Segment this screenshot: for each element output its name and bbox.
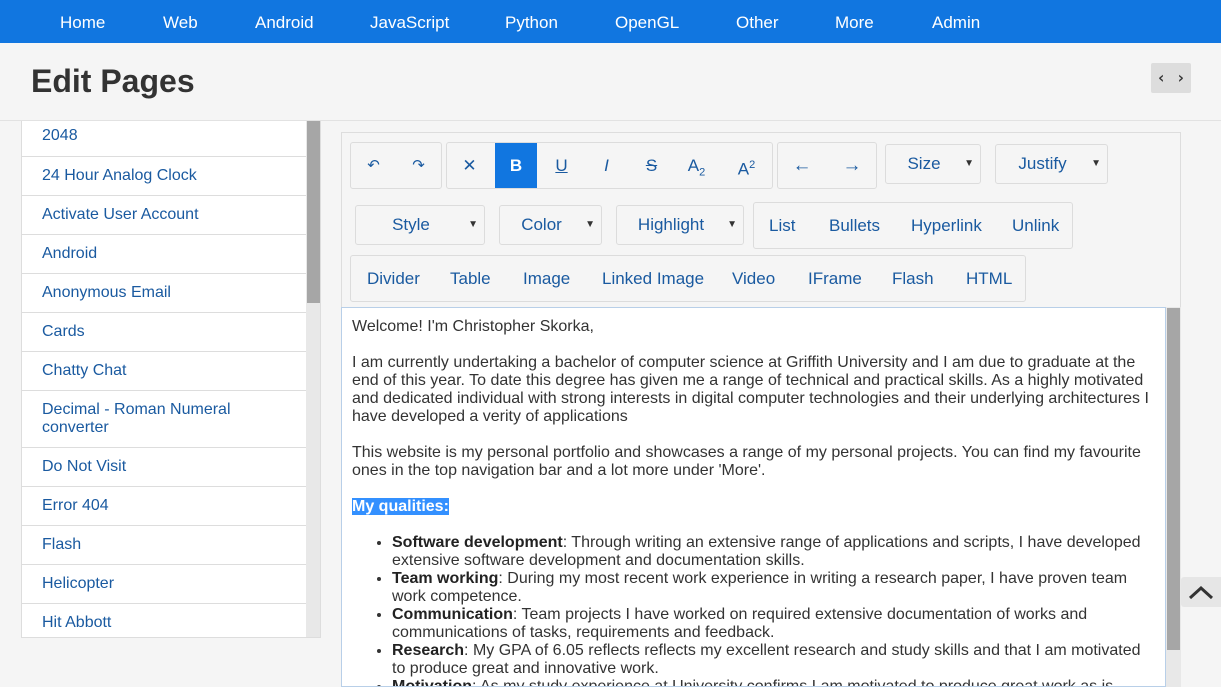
scroll-to-top-button[interactable] [1181, 577, 1221, 607]
qualities-list: Software development: Through writing an… [392, 534, 1155, 687]
underline-button[interactable]: U [539, 143, 584, 188]
subscript-button[interactable]: A2 [674, 143, 719, 188]
style-select[interactable]: Style ▼ [355, 205, 485, 245]
iframe-button[interactable]: IFrame [808, 256, 862, 301]
linked-image-button[interactable]: Linked Image [602, 256, 704, 301]
page-title: Edit Pages [31, 63, 195, 99]
nav-web[interactable]: Web [163, 0, 198, 43]
quality-text: : During my most recent work experience … [392, 570, 1128, 605]
clear-format-button[interactable]: ✕ [447, 143, 492, 188]
chevron-down-icon: ▼ [1091, 158, 1101, 169]
code-view-toggle-button[interactable]: ‹ › [1151, 63, 1191, 93]
bullets-button[interactable]: Bullets [829, 203, 880, 248]
nav-other[interactable]: Other [736, 0, 779, 43]
flash-button[interactable]: Flash [892, 256, 934, 301]
nav-javascript[interactable]: JavaScript [370, 0, 449, 43]
bold-button[interactable]: B [495, 143, 537, 188]
superscript-button[interactable]: A2 [724, 143, 769, 188]
image-button[interactable]: Image [523, 256, 570, 301]
content-scrollbar-thumb[interactable] [1167, 308, 1180, 650]
list-item[interactable]: Chatty Chat [22, 352, 306, 391]
undo-button[interactable]: ↶ [351, 143, 396, 188]
indent-button[interactable]: → [828, 143, 876, 188]
hyperlink-button[interactable]: Hyperlink [911, 203, 982, 248]
justify-select[interactable]: Justify ▼ [995, 144, 1108, 184]
history-group: ↶ ↷ [350, 142, 442, 189]
indent-group: ← → [777, 142, 877, 189]
color-select[interactable]: Color ▼ [499, 205, 602, 245]
greeting-text: Welcome! I'm Christopher Skorka, [352, 318, 594, 335]
strikethrough-button[interactable]: S [629, 143, 674, 188]
chevron-down-icon: ▼ [964, 158, 974, 169]
quality-title: Communication [392, 606, 513, 623]
highlight-select[interactable]: Highlight ▼ [616, 205, 744, 245]
list-item[interactable]: Android [22, 235, 306, 274]
font-size-label: Size [907, 154, 941, 173]
editor-content-area[interactable]: Welcome! I'm Christopher Skorka, I am cu… [341, 307, 1166, 687]
list-link-group: List Bullets Hyperlink Unlink [753, 202, 1073, 249]
list-item[interactable]: Decimal - Roman Numeral converter [22, 391, 306, 448]
redo-button[interactable]: ↷ [396, 143, 441, 188]
font-size-select[interactable]: Size ▼ [885, 144, 981, 184]
table-button[interactable]: Table [450, 256, 491, 301]
video-button[interactable]: Video [732, 256, 775, 301]
nav-home[interactable]: Home [60, 0, 105, 43]
chevron-up-icon [1188, 585, 1214, 600]
top-navigation: Home Web Android JavaScript Python OpenG… [0, 0, 1221, 43]
chevron-down-icon: ▼ [468, 219, 478, 230]
list-item[interactable]: Anonymous Email [22, 274, 306, 313]
insert-group: Divider Table Image Linked Image Video I… [350, 255, 1026, 302]
qualities-heading: My qualities: [352, 498, 1155, 516]
list-item[interactable]: 24 Hour Analog Clock [22, 157, 306, 196]
outdent-button[interactable]: ← [778, 143, 826, 188]
quality-title: Software development [392, 534, 563, 551]
quality-title: Research [392, 642, 465, 659]
unlink-button[interactable]: Unlink [1012, 203, 1059, 248]
selected-text: My qualities: [352, 498, 449, 515]
page-list-sidebar: 2048 24 Hour Analog Clock Activate User … [21, 121, 321, 638]
nav-android[interactable]: Android [255, 0, 314, 43]
chevron-down-icon: ▼ [727, 219, 737, 230]
superscript-base: A [737, 159, 750, 179]
sidebar-scrollbar-thumb[interactable] [307, 121, 320, 303]
portfolio-paragraph: This website is my personal portfolio an… [352, 444, 1141, 479]
nav-more[interactable]: More [835, 0, 874, 43]
superscript-mark: 2 [749, 159, 756, 171]
list-item: Communication: Team projects I have work… [392, 606, 1155, 642]
style-label: Style [392, 215, 430, 234]
list-item: Team working: During my most recent work… [392, 570, 1155, 606]
quality-text: : My GPA of 6.05 reflects reflects my ex… [392, 642, 1141, 677]
quality-title: Team working [392, 570, 499, 587]
quality-title: Motivation [392, 678, 472, 687]
intro-paragraph: I am currently undertaking a bachelor of… [352, 354, 1149, 425]
nav-python[interactable]: Python [505, 0, 558, 43]
list-item[interactable]: Helicopter [22, 565, 306, 604]
justify-label: Justify [1018, 154, 1067, 173]
page-header: Edit Pages ‹ › [0, 43, 1221, 121]
list-item[interactable]: Do Not Visit [22, 448, 306, 487]
italic-button[interactable]: I [584, 143, 629, 188]
list-item[interactable]: Error 404 [22, 487, 306, 526]
list-item: Software development: Through writing an… [392, 534, 1155, 570]
chevron-down-icon: ▼ [585, 219, 595, 230]
highlight-label: Highlight [637, 215, 705, 234]
quality-text: : As my study experience at University c… [472, 678, 1114, 687]
list-item: Motivation: As my study experience at Un… [392, 678, 1155, 687]
list-item[interactable]: Hit Abbott [22, 604, 306, 637]
divider-button[interactable]: Divider [367, 256, 420, 301]
nav-admin[interactable]: Admin [932, 0, 980, 43]
html-button[interactable]: HTML [966, 256, 1012, 301]
list-item[interactable]: Activate User Account [22, 196, 306, 235]
format-group: ✕ B U I S A2 A2 [446, 142, 773, 189]
subscript-mark: 2 [699, 166, 706, 179]
list-button[interactable]: List [769, 203, 795, 248]
list-item[interactable]: Cards [22, 313, 306, 352]
subscript-base: A [687, 156, 700, 175]
list-item[interactable]: Flash [22, 526, 306, 565]
list-item[interactable]: 2048 [22, 121, 306, 157]
list-item: Research: My GPA of 6.05 reflects reflec… [392, 642, 1155, 678]
nav-opengl[interactable]: OpenGL [615, 0, 679, 43]
color-label: Color [521, 215, 562, 234]
